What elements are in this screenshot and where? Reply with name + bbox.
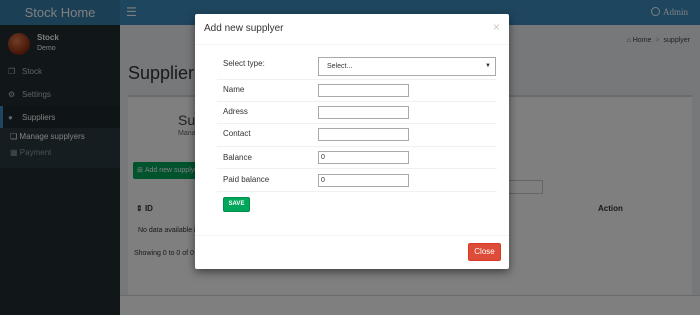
form-row-balance: Balance bbox=[217, 147, 497, 169]
modal-title: Add new supplyer bbox=[204, 23, 284, 34]
type-label: Select type: bbox=[223, 59, 265, 68]
modal-footer bbox=[195, 235, 509, 269]
add-supplier-modal: Add new supplyer × Select type: Select..… bbox=[195, 14, 509, 269]
form-row-paid-balance: Paid balance bbox=[217, 169, 497, 192]
modal-header: Add new supplyer × bbox=[195, 14, 509, 45]
adress-label: Adress bbox=[223, 107, 248, 116]
paid-balance-label: Paid balance bbox=[223, 175, 270, 184]
contact-field[interactable] bbox=[318, 128, 409, 141]
paid-balance-field[interactable] bbox=[318, 174, 409, 187]
close-button[interactable]: Close bbox=[468, 243, 501, 261]
save-button[interactable]: SAVE bbox=[223, 197, 250, 212]
chevron-down-icon: ▼ bbox=[485, 63, 491, 69]
form-row-contact: Contact bbox=[217, 124, 497, 147]
form-row-name: Name bbox=[217, 80, 497, 102]
form-row-adress: Adress bbox=[217, 102, 497, 124]
name-label: Name bbox=[223, 85, 245, 94]
adress-field[interactable] bbox=[318, 106, 409, 119]
form-row-type: Select type: Select... ▼ bbox=[217, 55, 497, 80]
close-icon[interactable]: × bbox=[493, 20, 500, 34]
contact-label: Contact bbox=[223, 129, 251, 138]
balance-field[interactable] bbox=[318, 151, 409, 164]
type-select[interactable]: Select... ▼ bbox=[318, 57, 496, 76]
type-select-value: Select... bbox=[327, 63, 353, 70]
name-field[interactable] bbox=[318, 84, 409, 97]
balance-label: Balance bbox=[223, 153, 252, 162]
